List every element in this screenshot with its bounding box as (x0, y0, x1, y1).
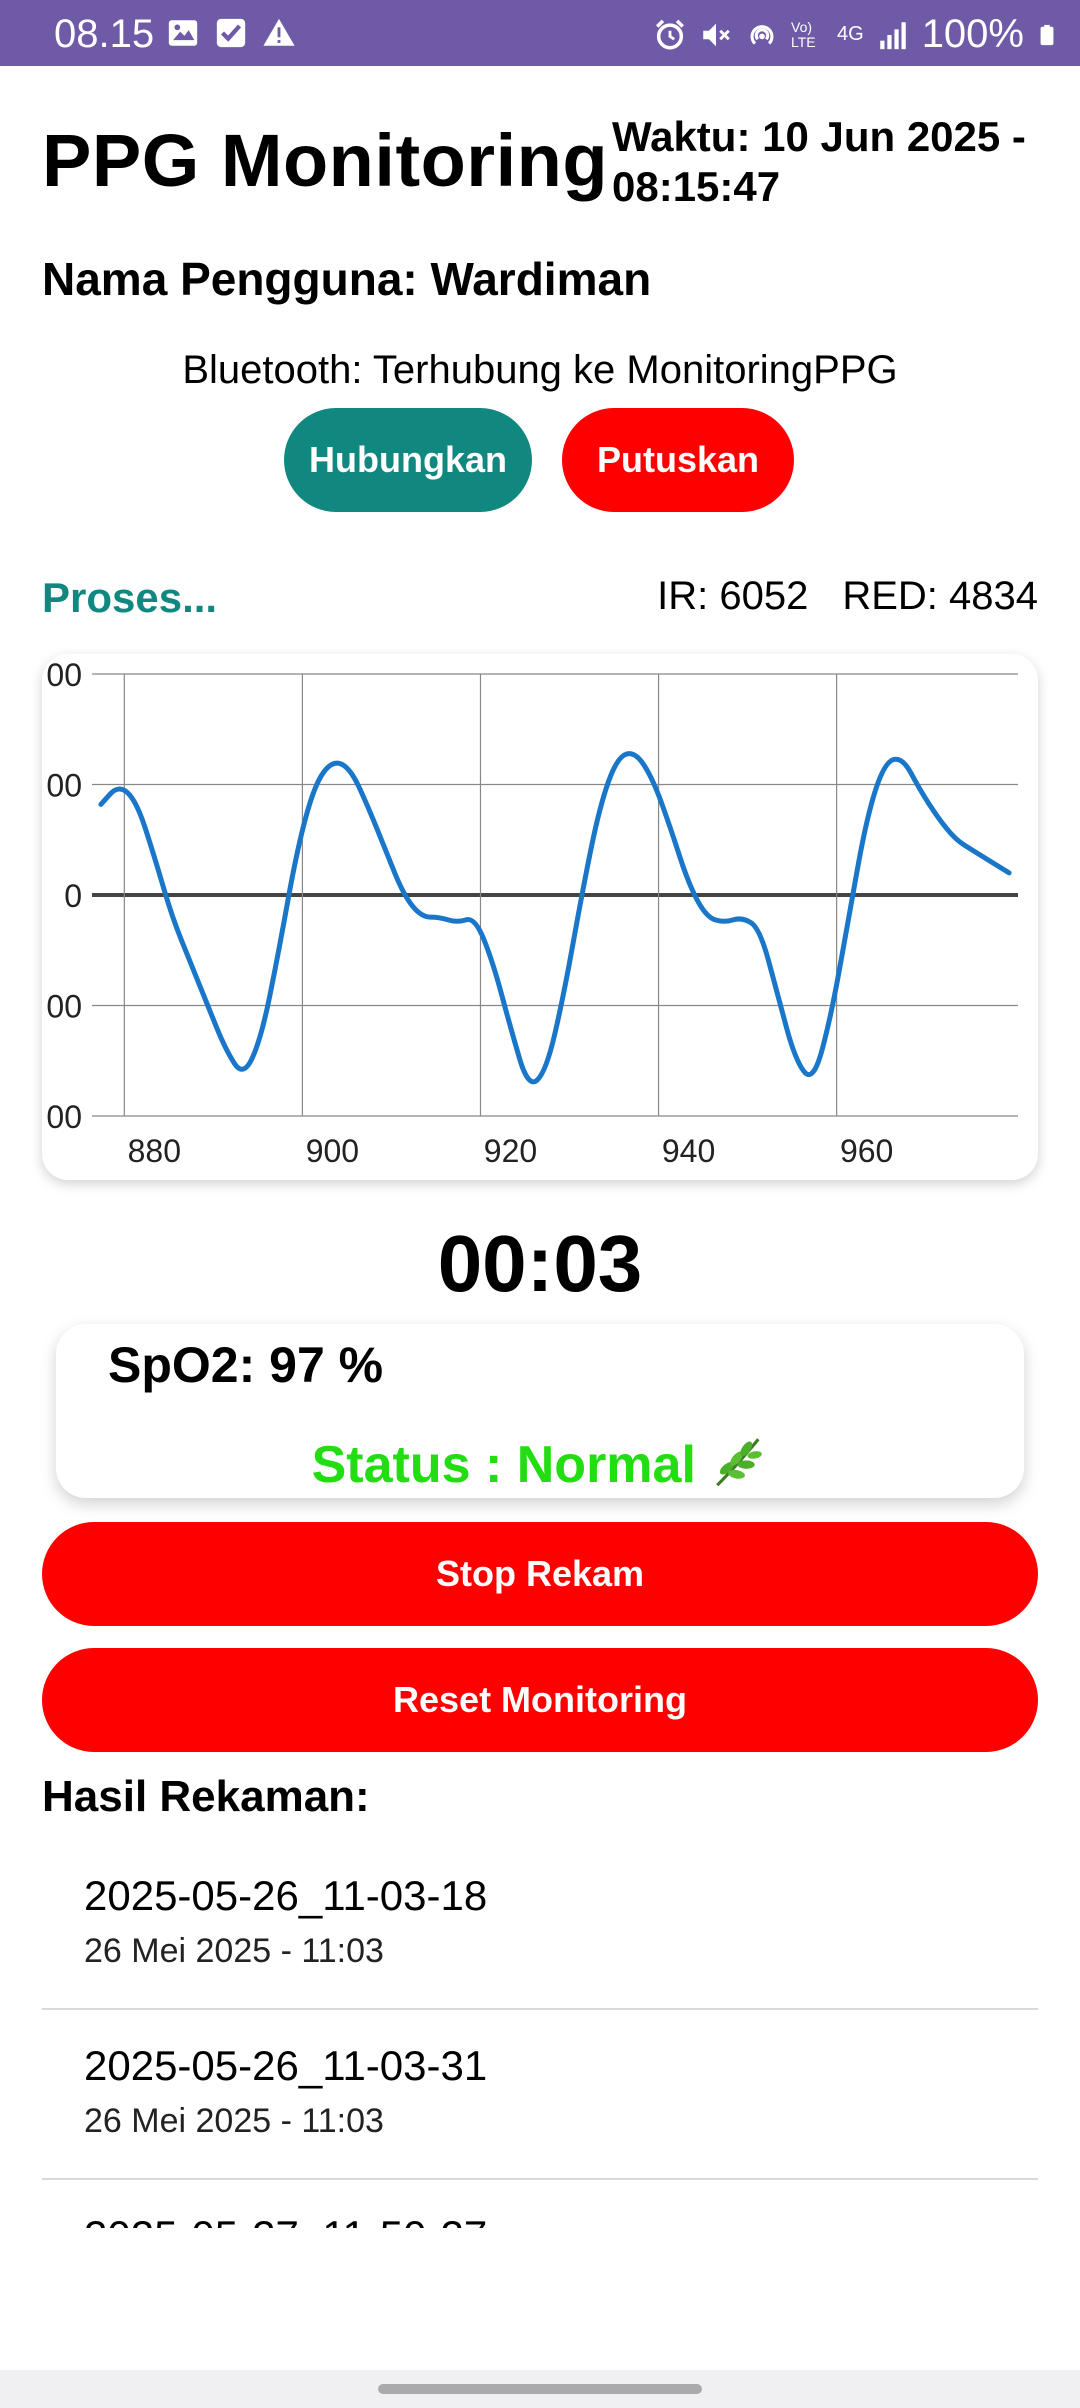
recording-date: 26 Mei 2025 - 11:03 (84, 1932, 384, 1970)
home-gesture-handle[interactable] (378, 2384, 702, 2394)
mute-icon (703, 23, 730, 46)
stop-record-button[interactable]: Stop Rekam (42, 1522, 1038, 1626)
y-tick-label: 0 (64, 878, 82, 914)
recording-item[interactable]: 2025-05-27_11-50-27 (42, 2180, 1038, 2228)
navigation-bar (0, 2370, 1080, 2408)
y-tick-label: 00 (46, 768, 82, 804)
x-tick-label: 940 (662, 1133, 715, 1169)
image-icon (168, 20, 198, 46)
recording-name: 2025-05-27_11-50-27 (84, 2212, 487, 2228)
warning-icon (263, 18, 295, 46)
status-bar: 08.15 Vo) LTE 4G 100% (0, 0, 1080, 66)
y-tick-label: 00 (46, 989, 82, 1025)
network-indicator: 4G (837, 23, 864, 45)
x-tick-label: 880 (128, 1133, 181, 1169)
sensor-readings: IR: 6052 RED: 4834 (657, 574, 1038, 619)
x-tick-label: 960 (840, 1133, 893, 1169)
herb-leaf-icon (716, 1438, 763, 1487)
status-line: Status : Normal (56, 1432, 1024, 1495)
ppg-signal-line (98, 751, 1012, 1085)
x-tick-label: 920 (484, 1133, 537, 1169)
user-name: Nama Pengguna: Wardiman (42, 253, 652, 305)
checkbox-icon (216, 18, 246, 48)
datetime-display: Waktu: 10 Jun 2025 - 08:15:47 (612, 112, 1052, 212)
ir-value: IR: 6052 (657, 574, 809, 618)
recording-name: 2025-05-26_11-03-18 (84, 1872, 488, 1919)
y-tick-label: 00 (46, 657, 82, 693)
recordings-list[interactable]: 2025-05-26_11-03-18 26 Mei 2025 - 11:03 … (42, 1840, 1038, 2228)
recordings-title: Hasil Rekaman: (42, 1772, 370, 1821)
notification-icons (166, 16, 296, 50)
connect-button[interactable]: Hubungkan (284, 408, 532, 512)
y-tick-label: 00 (46, 1099, 82, 1135)
red-value: RED: 4834 (842, 574, 1038, 618)
bluetooth-status: Bluetooth: Terhubung ke MonitoringPPG (182, 348, 898, 392)
recording-date: 26 Mei 2025 - 11:03 (84, 2102, 384, 2140)
recording-item[interactable]: 2025-05-26_11-03-18 26 Mei 2025 - 11:03 (42, 1840, 1038, 2010)
system-icons: Vo) LTE 4G 100% (653, 12, 1058, 57)
x-tick-label: 900 (306, 1133, 359, 1169)
ppg-chart-card: 00 00 0 00 00 880 900 920 940 960 (42, 654, 1038, 1180)
battery-percent: 100% (921, 12, 1024, 56)
alarm-icon (655, 19, 685, 50)
recording-item[interactable]: 2025-05-26_11-03-31 26 Mei 2025 - 11:03 (42, 2010, 1038, 2180)
recording-name: 2025-05-26_11-03-31 (84, 2042, 488, 2089)
volte-indicator: Vo) LTE (791, 18, 816, 50)
process-label: Proses... (42, 574, 218, 621)
disconnect-button[interactable]: Putuskan (562, 408, 794, 512)
battery-icon (1040, 24, 1054, 45)
record-timer: 00:03 (437, 1219, 643, 1308)
reset-monitoring-button[interactable]: Reset Monitoring (42, 1648, 1038, 1752)
health-status: Status : Normal (311, 1436, 696, 1494)
datetime-line-2: 08:15:47 (612, 163, 781, 210)
hotspot-icon (750, 24, 774, 45)
status-time: 08.15 (54, 12, 155, 56)
spo2-value: SpO2: 97 % (108, 1337, 384, 1393)
page-title: PPG Monitoring (42, 119, 609, 202)
result-card: SpO2: 97 % Status : Normal (56, 1324, 1024, 1498)
ppg-chart: 000000000880 900 920 940 960 (46, 657, 1018, 1169)
datetime-line-1: Waktu: 10 Jun 2025 - (612, 113, 1026, 160)
signal-icon (879, 21, 906, 49)
